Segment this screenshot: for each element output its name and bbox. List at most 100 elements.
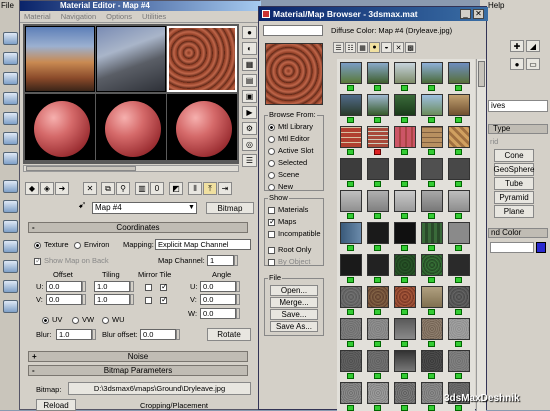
map-thumbnail[interactable] [340, 158, 362, 180]
object-color-swatch[interactable] [536, 242, 546, 253]
name-color-header[interactable]: nd Color [488, 228, 548, 238]
map-thumbnail[interactable] [394, 222, 416, 244]
u-mirror-checkbox[interactable] [145, 282, 155, 292]
grid-scroll-thumb[interactable] [478, 61, 485, 87]
map-thumbnail[interactable] [394, 318, 416, 340]
put-to-scene-icon[interactable]: ◈ [40, 182, 54, 195]
map-thumbnail[interactable] [421, 350, 443, 372]
u-tiling-field[interactable]: 1.0 [94, 281, 130, 292]
link-icon[interactable] [3, 52, 18, 65]
assign-material-icon[interactable]: ➜ [55, 182, 69, 195]
move-icon[interactable] [3, 112, 18, 125]
sample-type-icon[interactable]: ● [242, 26, 257, 39]
blur-offset-field[interactable]: 0.0 [140, 329, 176, 340]
menu-material[interactable]: Material [24, 12, 51, 21]
bind-icon[interactable] [3, 92, 18, 105]
map-thumbnail[interactable] [421, 190, 443, 212]
slots-scrollbar[interactable] [23, 165, 239, 172]
v-angle-spinner[interactable] [236, 294, 240, 305]
uv-tiling-icon[interactable]: ▤ [242, 74, 257, 87]
u-offset-spinner[interactable] [82, 281, 86, 292]
go-forward-sibling-icon[interactable]: ⇥ [218, 182, 232, 195]
map-thumbnail[interactable] [421, 158, 443, 180]
map-thumbnail[interactable] [394, 286, 416, 308]
vw-radio[interactable]: VW [72, 315, 94, 325]
mapping-dropdown[interactable]: Explicit Map Channel [155, 239, 251, 250]
map-thumbnail[interactable] [421, 222, 443, 244]
v-angle-field[interactable]: 0.0 [200, 294, 236, 305]
map-thumbnail[interactable] [448, 190, 470, 212]
open-button[interactable]: Open... [270, 285, 318, 296]
material-editor-icon[interactable] [3, 280, 18, 293]
map-thumbnail[interactable] [448, 158, 470, 180]
clear-library-icon[interactable]: ▩ [405, 42, 416, 53]
map-thumbnail[interactable] [421, 254, 443, 276]
map-thumbnail[interactable] [394, 254, 416, 276]
root-only-checkbox[interactable]: Root Only [268, 245, 311, 255]
v-offset-spinner[interactable] [82, 294, 86, 305]
grid-scrollbar[interactable] [476, 59, 486, 411]
minimize-icon[interactable]: _ [460, 9, 471, 19]
map-thumbnail[interactable] [448, 350, 470, 372]
get-material-icon[interactable]: ◆ [25, 182, 39, 195]
material-effects-channel-icon[interactable]: 0 [150, 182, 164, 195]
u-tile-checkbox[interactable] [160, 282, 170, 292]
map-thumbnail[interactable] [448, 222, 470, 244]
make-unique-icon[interactable]: ⚲ [116, 182, 130, 195]
map-thumbnail[interactable] [340, 62, 362, 84]
map-thumbnail[interactable] [448, 286, 470, 308]
make-copy-icon[interactable]: ⧉ [101, 182, 115, 195]
environ-radio[interactable]: Environ [74, 240, 109, 250]
map-thumbnail[interactable] [367, 190, 389, 212]
map-thumbnail[interactable] [421, 382, 443, 404]
browser-search-field[interactable] [263, 25, 323, 36]
map-thumbnail[interactable] [367, 286, 389, 308]
u-tiling-spinner[interactable] [130, 281, 134, 292]
uv-radio[interactable]: UV [42, 315, 62, 325]
object-name-field[interactable] [490, 242, 534, 253]
menu-options[interactable]: Options [106, 12, 132, 21]
map-thumbnail[interactable] [448, 62, 470, 84]
map-thumbnail[interactable] [421, 318, 443, 340]
merge-button[interactable]: Merge... [270, 297, 318, 308]
browse-mtl-editor-radio[interactable]: Mtl Editor [268, 134, 310, 144]
make-preview-icon[interactable]: ▶ [242, 106, 257, 119]
pyramid-button[interactable]: Pyramid [494, 191, 534, 204]
map-thumbnail[interactable] [367, 382, 389, 404]
unlink-icon[interactable] [3, 72, 18, 85]
map-type-button[interactable]: Bitmap [206, 202, 254, 214]
close-icon[interactable]: ✕ [473, 9, 484, 19]
menu-utilities[interactable]: Utilities [142, 12, 166, 21]
create-tab-icon[interactable]: ✚ [510, 40, 524, 52]
map-channel-spinner[interactable] [234, 255, 238, 266]
browse-new-radio[interactable]: New [268, 182, 293, 192]
rotate-icon[interactable] [3, 132, 18, 145]
schematic-icon[interactable] [3, 260, 18, 273]
map-thumbnail[interactable] [448, 254, 470, 276]
map-thumbnail[interactable] [340, 222, 362, 244]
map-thumbnail[interactable] [421, 126, 443, 148]
map-thumbnail[interactable] [367, 222, 389, 244]
browse-mtl-library-radio[interactable]: Mtl Library [268, 122, 313, 132]
menu-navigation[interactable]: Navigation [61, 12, 96, 21]
by-object-checkbox[interactable]: By Object [268, 257, 311, 267]
map-thumbnail[interactable] [367, 126, 389, 148]
map-thumbnail[interactable] [421, 94, 443, 116]
reset-map-icon[interactable]: ✕ [83, 182, 97, 195]
chevron-down-icon[interactable]: ▼ [187, 203, 196, 213]
v-offset-field[interactable]: 0.0 [46, 294, 82, 305]
map-thumbnail[interactable] [367, 254, 389, 276]
wu-radio[interactable]: WU [102, 315, 125, 325]
category-dropdown[interactable]: ives [488, 100, 548, 112]
sample-slot-dryleave-active[interactable] [167, 26, 237, 92]
map-thumbnail[interactable] [394, 190, 416, 212]
map-thumbnail[interactable] [421, 62, 443, 84]
reload-button[interactable]: Reload [36, 399, 76, 411]
map-thumbnail[interactable] [448, 126, 470, 148]
browse-selected-radio[interactable]: Selected [268, 158, 307, 168]
map-thumbnail[interactable] [340, 190, 362, 212]
map-thumbnail[interactable] [340, 126, 362, 148]
map-thumbnail[interactable] [421, 286, 443, 308]
bitmap-parameters-rollout-header[interactable]: - Bitmap Parameters [28, 365, 248, 376]
map-thumbnail[interactable] [367, 318, 389, 340]
